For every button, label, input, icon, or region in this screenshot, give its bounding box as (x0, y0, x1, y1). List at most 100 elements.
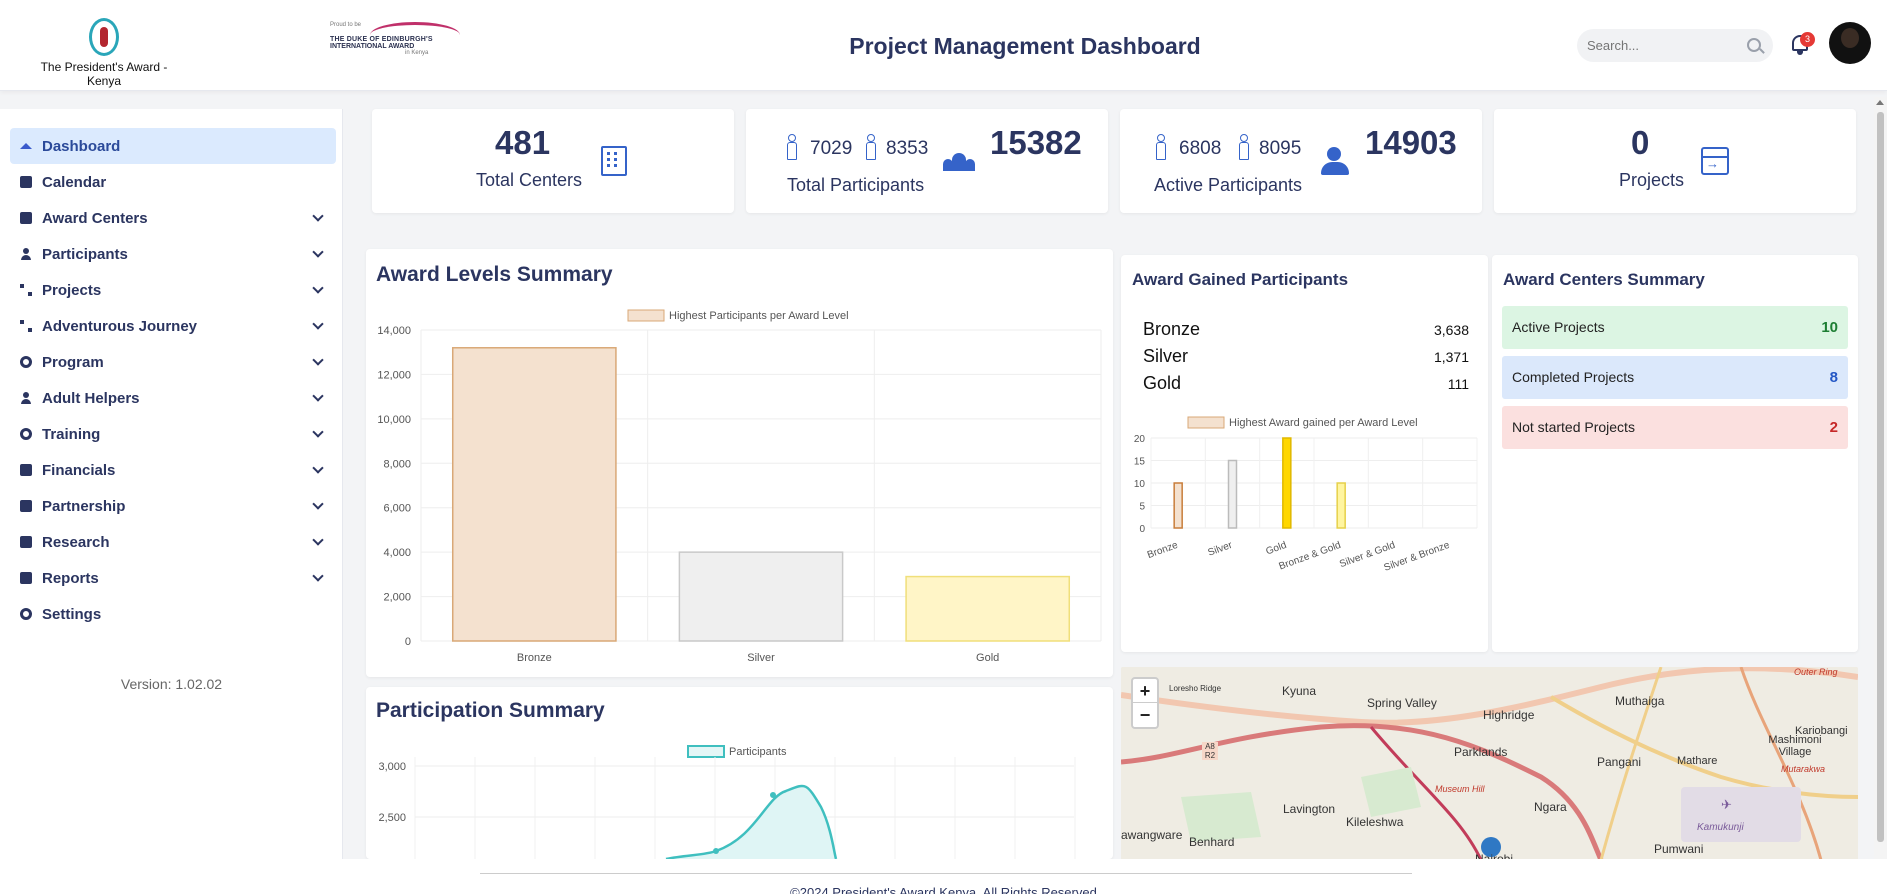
sidebar-item-settings[interactable]: Settings (10, 596, 336, 632)
bar-bronze[interactable] (451, 347, 617, 642)
female-icon (1238, 134, 1249, 160)
chevron-down-icon[interactable] (312, 210, 324, 222)
chevron-down-icon[interactable] (312, 462, 324, 474)
training-icon (20, 428, 32, 440)
network-icon (20, 320, 32, 332)
sidebar-item-adventurous-journey[interactable]: Adventurous Journey (10, 308, 336, 344)
bar-bronze-gold[interactable] (1336, 482, 1346, 529)
legend-label: Highest Award gained per Award Level (1229, 417, 1418, 429)
y-tick-label: 10,000 (377, 414, 411, 426)
chevron-down-icon[interactable] (312, 570, 324, 582)
total-participants-male: 7029 (810, 138, 853, 159)
legend-swatch (627, 309, 665, 322)
chevron-down-icon[interactable] (312, 246, 324, 258)
award-gained-chart: Highest Award gained per Award Level 0 5 10… (1134, 416, 1478, 574)
sidebar-item-research[interactable]: Research (10, 524, 336, 560)
chevron-down-icon[interactable] (312, 390, 324, 402)
chevron-down-icon[interactable] (312, 318, 324, 330)
map-label: Spring Valley (1367, 696, 1437, 710)
summary-row: Not started Projects 2 (1502, 406, 1848, 449)
map-label: Loresho Ridge (1169, 684, 1222, 693)
active-participants-label: Active Participants (1154, 175, 1303, 195)
sidebar-item-participants[interactable]: Participants (10, 236, 336, 272)
sidebar-item-dashboard[interactable]: Dashboard (10, 128, 336, 164)
sidebar-item-adult-helpers[interactable]: Adult Helpers (10, 380, 336, 416)
search-input[interactable] (1577, 29, 1727, 62)
chevron-down-icon[interactable] (312, 426, 324, 438)
bar-silver[interactable] (678, 551, 844, 642)
search-icon[interactable] (1747, 38, 1761, 52)
male-icon (786, 134, 797, 160)
calendar-icon (20, 176, 32, 188)
sidebar-item-projects[interactable]: Projects (10, 272, 336, 308)
map-label: Muthaiga (1615, 694, 1665, 708)
summary-row: Active Projects 10 (1502, 306, 1848, 349)
y-tick-label: 20 (1134, 434, 1146, 445)
map-label: Kamukunji (1697, 822, 1744, 833)
notification-badge: 3 (1800, 32, 1815, 47)
x-tick-label: Silver (1206, 540, 1234, 559)
award-levels-panel: Award Levels Summary Highest Participant… (366, 249, 1113, 677)
chevron-down-icon[interactable] (312, 354, 324, 366)
version-label: Version: 1.02.02 (120, 676, 223, 692)
sidebar-item-program[interactable]: Program (10, 344, 336, 380)
map-label: Ngara (1534, 800, 1567, 814)
chevron-down-icon[interactable] (312, 498, 324, 510)
network-icon (20, 284, 32, 296)
map[interactable]: + − Kyuna Spring Valley Highridge Muthai… (1121, 667, 1858, 860)
y-tick-label: 0 (405, 636, 411, 648)
summary-row-value: 10 (1821, 319, 1838, 336)
projects-value: 0 (1631, 124, 1650, 161)
sidebar-item-award-centers[interactable]: Award Centers (10, 200, 336, 236)
map-label: Kileleshwa (1346, 815, 1404, 829)
summary-row: Completed Projects 8 (1502, 356, 1848, 399)
avatar[interactable] (1829, 22, 1871, 64)
sidebar-item-training[interactable]: Training (10, 416, 336, 452)
zoom-in-button[interactable]: + (1133, 679, 1157, 703)
bar-gold[interactable] (1282, 437, 1292, 529)
sidebar-item-label: Projects (42, 281, 102, 299)
map-label: Pumwani (1654, 842, 1704, 856)
bar-gold[interactable] (905, 575, 1071, 642)
sidebar-item-financials[interactable]: Financials (10, 452, 336, 488)
stat-card-total-participants: 7029 8353 15382 Total Participants (746, 109, 1108, 213)
project-icon (1701, 147, 1729, 175)
sidebar-item-partnership[interactable]: Partnership (10, 488, 336, 524)
search-box (1577, 29, 1773, 62)
sidebar: Dashboard Calendar Award Centers Participan… (0, 109, 343, 859)
home-icon (20, 143, 32, 149)
centers-summary-panel: Award Centers Summary Active Projects 10 C… (1492, 255, 1858, 652)
sidebar-item-label: Partnership (42, 497, 126, 515)
sidebar-item-label: Research (42, 533, 110, 551)
data-point[interactable] (713, 848, 719, 854)
chevron-down-icon[interactable] (312, 282, 324, 294)
map-label: Mutarakwa (1781, 764, 1826, 774)
sidebar-item-label: Financials (42, 461, 116, 479)
gear-icon (20, 608, 32, 620)
bar-bronze[interactable] (1173, 482, 1183, 529)
page-scrollbar[interactable] (1874, 97, 1887, 859)
area-fill (666, 785, 836, 859)
total-participants-female: 8353 (886, 138, 929, 159)
map-label: Mashimoni Village (1768, 734, 1822, 758)
y-tick-label: 2,000 (383, 592, 411, 604)
zoom-out-button[interactable]: − (1133, 703, 1157, 727)
y-tick-label: 14,000 (377, 325, 411, 337)
y-tick-label: 10 (1134, 479, 1146, 490)
data-point[interactable] (770, 792, 776, 798)
chevron-down-icon[interactable] (312, 534, 324, 546)
scroll-up-icon[interactable] (1876, 100, 1884, 105)
sidebar-item-label: Adventurous Journey (42, 317, 198, 335)
sidebar-item-reports[interactable]: Reports (10, 560, 336, 596)
summary-row-label: Completed Projects (1512, 369, 1635, 385)
sidebar-item-calendar[interactable]: Calendar (10, 164, 336, 200)
y-tick-label: 3,000 (378, 761, 406, 773)
sidebar-item-label: Dashboard (42, 137, 121, 155)
bar-silver[interactable] (1227, 459, 1238, 529)
user-icon (20, 248, 32, 260)
sidebar-item-label: Settings (42, 605, 102, 623)
map-label: A8 R2 (1202, 742, 1218, 760)
summary-row-value: 2 (1829, 419, 1838, 436)
scrollbar-thumb[interactable] (1877, 112, 1884, 842)
map-label: awangware (1121, 828, 1183, 842)
